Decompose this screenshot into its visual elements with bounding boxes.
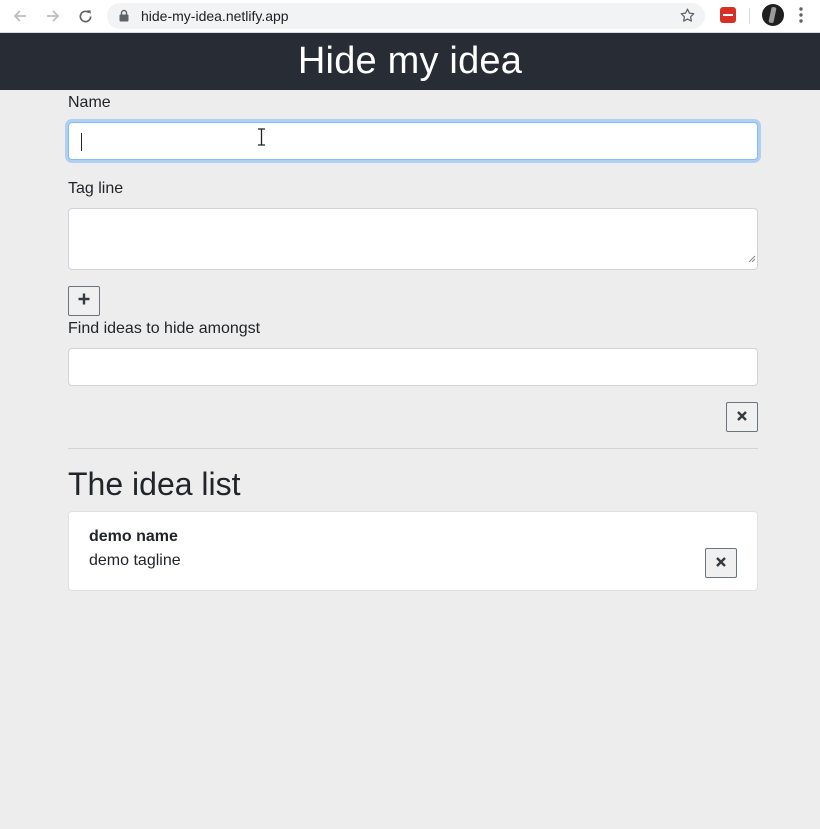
idea-tagline: demo tagline [89, 552, 181, 569]
clear-search-button[interactable] [726, 402, 758, 432]
idea-card: demo name demo tagline [68, 511, 758, 591]
section-divider [68, 448, 758, 449]
star-icon[interactable] [679, 7, 696, 29]
text-caret [81, 133, 82, 151]
app-header: Hide my idea [0, 33, 820, 90]
close-icon [737, 408, 747, 426]
toolbar-separator [749, 8, 750, 24]
profile-avatar[interactable] [762, 4, 784, 26]
kebab-menu-icon[interactable] [799, 7, 803, 28]
idea-name: demo name [89, 528, 178, 545]
tagline-label: Tag line [68, 180, 124, 197]
resize-grip-icon[interactable] [748, 250, 756, 268]
browser-toolbar: hide-my-idea.netlify.app [0, 0, 820, 33]
add-idea-button[interactable] [68, 286, 100, 316]
name-input[interactable] [68, 122, 758, 160]
tagline-textarea[interactable] [68, 208, 758, 270]
address-bar[interactable]: hide-my-idea.netlify.app [107, 3, 705, 29]
forward-arrow-icon[interactable] [42, 6, 64, 26]
extension-icon[interactable] [720, 7, 736, 23]
search-label: Find ideas to hide amongst [68, 320, 261, 337]
close-icon [716, 554, 726, 572]
remove-idea-button[interactable] [705, 548, 737, 578]
ibeam-cursor-icon [257, 128, 266, 151]
name-label: Name [68, 94, 111, 111]
lock-icon [119, 9, 129, 27]
reload-icon[interactable] [74, 6, 96, 26]
app-title: Hide my idea [297, 40, 523, 82]
search-input[interactable] [68, 348, 758, 386]
back-arrow-icon[interactable] [9, 6, 31, 26]
url-text: hide-my-idea.netlify.app [141, 8, 289, 24]
idea-list-title: The idea list [68, 466, 241, 502]
plus-icon [78, 292, 90, 310]
